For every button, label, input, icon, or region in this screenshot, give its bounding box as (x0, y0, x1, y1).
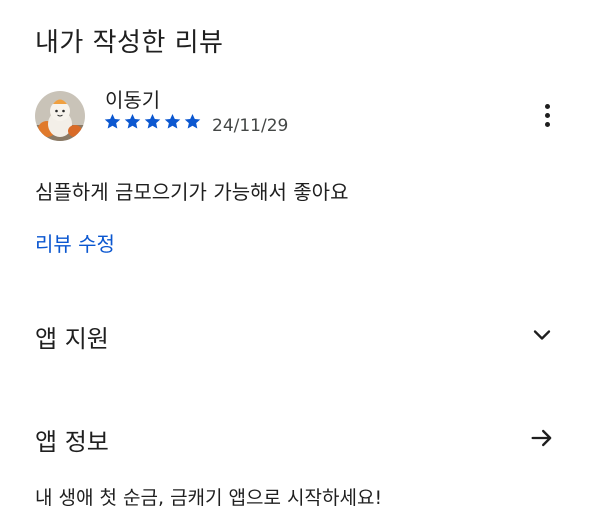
star-icon (124, 113, 141, 129)
more-vert-dot (544, 112, 550, 118)
star-icon (144, 113, 161, 129)
arrow-right-icon (531, 429, 552, 447)
app-tagline: 내 생애 첫 순금, 금캐기 앱으로 시작하세요! (35, 487, 383, 509)
app-info-label: 앱 정보 (35, 428, 109, 456)
section-title: 내가 작성한 리뷰 (35, 28, 224, 58)
more-options-button[interactable] (532, 98, 562, 132)
app-info-row[interactable]: 앱 정보 (0, 408, 600, 468)
star-icon (184, 113, 201, 129)
app-support-label: 앱 지원 (35, 325, 109, 353)
chevron-down-icon (533, 330, 551, 340)
reviewer-name: 이동기 (105, 88, 161, 112)
more-vert-dot (544, 121, 550, 127)
edit-review-link[interactable]: 리뷰 수정 (35, 228, 115, 257)
star-icon (104, 113, 121, 129)
avatar-image (35, 91, 85, 141)
reviewer-avatar (35, 91, 85, 141)
review-date: 24/11/29 (212, 116, 289, 136)
star-icon (164, 113, 181, 129)
my-review-page: 내가 작성한 리뷰 이동기 24/11/29 심플하게 금모으기가 가능해서 좋… (0, 0, 600, 509)
star-rating (103, 112, 202, 131)
review-text: 심플하게 금모으기가 가능해서 좋아요 (35, 180, 349, 204)
more-vert-icon (544, 103, 550, 109)
app-support-row[interactable]: 앱 지원 (0, 305, 600, 365)
